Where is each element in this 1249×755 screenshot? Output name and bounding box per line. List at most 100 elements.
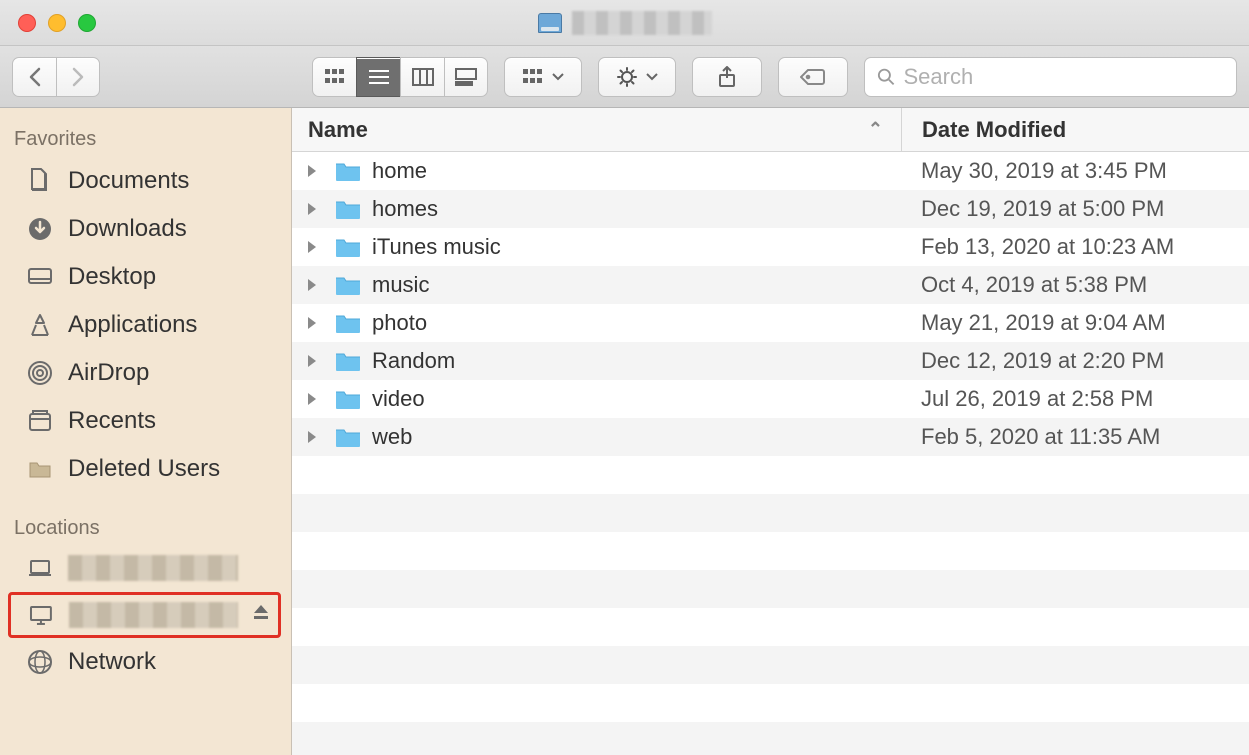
sidebar-item-label: Downloads <box>68 215 187 243</box>
file-date: May 21, 2019 at 9:04 AM <box>901 310 1249 336</box>
recents-icon <box>26 407 54 435</box>
table-row[interactable]: musicOct 4, 2019 at 5:38 PM <box>292 266 1249 304</box>
nav-buttons <box>12 57 100 97</box>
display-icon <box>27 601 55 629</box>
table-row[interactable]: webFeb 5, 2020 at 11:35 AM <box>292 418 1249 456</box>
disclosure-triangle-icon[interactable] <box>306 310 328 336</box>
sidebar-item-desktop[interactable]: Desktop <box>0 253 291 301</box>
location-item-label: Network <box>68 648 156 676</box>
list-header: Name ⌃ Date Modified <box>292 108 1249 152</box>
table-row[interactable]: videoJul 26, 2019 at 2:58 PM <box>292 380 1249 418</box>
file-name: web <box>372 424 901 450</box>
locations-heading: Locations <box>0 511 291 546</box>
network-icon <box>26 648 54 676</box>
table-row[interactable]: homesDec 19, 2019 at 5:00 PM <box>292 190 1249 228</box>
search-icon <box>877 67 895 87</box>
file-date: Jul 26, 2019 at 2:58 PM <box>901 386 1249 412</box>
folder-icon <box>334 274 362 296</box>
column-header-date[interactable]: Date Modified <box>901 108 1249 151</box>
disclosure-triangle-icon[interactable] <box>306 158 328 184</box>
file-date: May 30, 2019 at 3:45 PM <box>901 158 1249 184</box>
traffic-lights <box>0 14 96 32</box>
sidebar-item-label: Desktop <box>68 263 156 291</box>
shared-drive-icon <box>538 13 562 33</box>
file-date: Dec 19, 2019 at 5:00 PM <box>901 196 1249 222</box>
file-date: Oct 4, 2019 at 5:38 PM <box>901 272 1249 298</box>
folder-icon <box>334 350 362 372</box>
disclosure-triangle-icon[interactable] <box>306 386 328 412</box>
sidebar-item-applications[interactable]: Applications <box>0 301 291 349</box>
sidebar-item-deleted-users[interactable]: Deleted Users <box>0 445 291 493</box>
table-row[interactable]: photoMay 21, 2019 at 9:04 AM <box>292 304 1249 342</box>
favorites-heading: Favorites <box>0 122 291 157</box>
file-date: Dec 12, 2019 at 2:20 PM <box>901 348 1249 374</box>
table-row[interactable]: RandomDec 12, 2019 at 2:20 PM <box>292 342 1249 380</box>
folder-icon <box>334 312 362 334</box>
table-row[interactable]: homeMay 30, 2019 at 3:45 PM <box>292 152 1249 190</box>
disclosure-triangle-icon[interactable] <box>306 196 328 222</box>
tags-button[interactable] <box>778 57 848 97</box>
folder-icon <box>26 455 54 483</box>
folder-icon <box>334 236 362 258</box>
file-list: Name ⌃ Date Modified homeMay 30, 2019 at… <box>292 108 1249 755</box>
sidebar-item-label: Deleted Users <box>68 455 220 483</box>
location-label-redacted <box>69 602 238 628</box>
folder-icon <box>334 426 362 448</box>
sidebar-item-downloads[interactable]: Downloads <box>0 205 291 253</box>
location-item-1[interactable] <box>8 592 281 638</box>
file-name: homes <box>372 196 901 222</box>
view-buttons <box>312 57 488 97</box>
fullscreen-window-button[interactable] <box>78 14 96 32</box>
sidebar-item-label: AirDrop <box>68 359 149 387</box>
sidebar-item-label: Applications <box>68 311 197 339</box>
file-name: video <box>372 386 901 412</box>
location-item-2[interactable]: Network <box>0 640 291 684</box>
airdrop-icon <box>26 359 54 387</box>
folder-icon <box>334 198 362 220</box>
folder-icon <box>334 388 362 410</box>
sidebar-item-label: Documents <box>68 167 189 195</box>
gallery-view-button[interactable] <box>444 57 488 97</box>
disclosure-triangle-icon[interactable] <box>306 348 328 374</box>
icon-view-button[interactable] <box>312 57 356 97</box>
desktop-icon <box>26 263 54 291</box>
sidebar-item-documents[interactable]: Documents <box>0 157 291 205</box>
file-name: Random <box>372 348 901 374</box>
location-item-0[interactable] <box>0 546 291 590</box>
close-window-button[interactable] <box>18 14 36 32</box>
laptop-icon <box>26 554 54 582</box>
sidebar-item-label: Recents <box>68 407 156 435</box>
location-label-redacted <box>68 555 238 581</box>
list-view-button[interactable] <box>356 57 400 97</box>
file-name: music <box>372 272 901 298</box>
sort-ascending-icon: ⌃ <box>868 119 883 140</box>
disclosure-triangle-icon[interactable] <box>306 272 328 298</box>
disclosure-triangle-icon[interactable] <box>306 424 328 450</box>
file-date: Feb 5, 2020 at 11:35 AM <box>901 424 1249 450</box>
column-header-name[interactable]: Name ⌃ <box>292 117 901 143</box>
table-row[interactable]: iTunes musicFeb 13, 2020 at 10:23 AM <box>292 228 1249 266</box>
back-button[interactable] <box>12 57 56 97</box>
file-name: home <box>372 158 901 184</box>
forward-button[interactable] <box>56 57 100 97</box>
share-button[interactable] <box>692 57 762 97</box>
disclosure-triangle-icon[interactable] <box>306 234 328 260</box>
search-input[interactable] <box>903 64 1224 90</box>
search-field[interactable] <box>864 57 1237 97</box>
downloads-icon <box>26 215 54 243</box>
minimize-window-button[interactable] <box>48 14 66 32</box>
eject-icon[interactable] <box>252 603 270 627</box>
folder-icon <box>334 160 362 182</box>
titlebar <box>0 0 1249 46</box>
action-menu-button[interactable] <box>598 57 676 97</box>
column-view-button[interactable] <box>400 57 444 97</box>
file-date: Feb 13, 2020 at 10:23 AM <box>901 234 1249 260</box>
toolbar <box>0 46 1249 108</box>
sidebar: Favorites Documents Downloads Desktop Appli… <box>0 108 292 755</box>
arrange-buttons <box>504 57 582 97</box>
applications-icon <box>26 311 54 339</box>
sidebar-item-recents[interactable]: Recents <box>0 397 291 445</box>
sidebar-item-airdrop[interactable]: AirDrop <box>0 349 291 397</box>
arrange-button[interactable] <box>504 57 582 97</box>
file-name: iTunes music <box>372 234 901 260</box>
